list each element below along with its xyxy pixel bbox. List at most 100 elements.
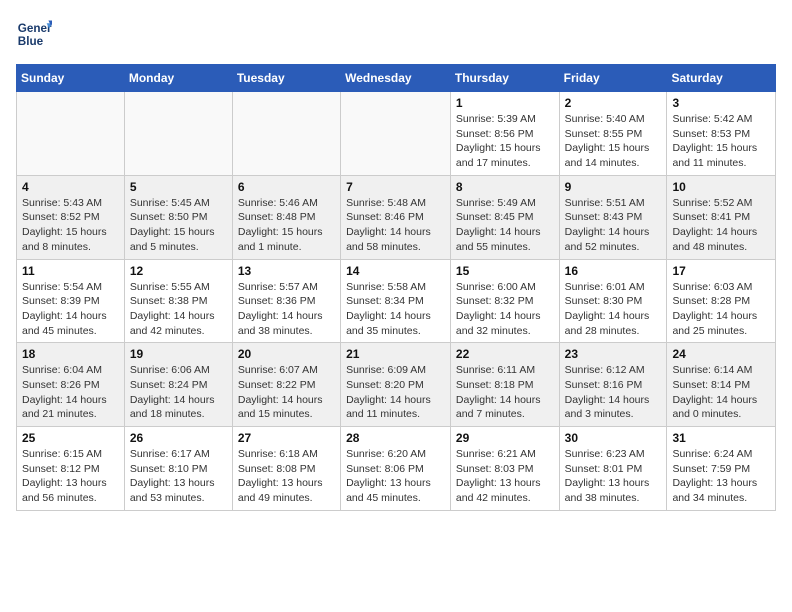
day-number: 5 — [130, 180, 227, 194]
calendar-week-row: 4 Sunrise: 5:43 AMSunset: 8:52 PMDaylight… — [17, 175, 776, 259]
day-number: 12 — [130, 264, 227, 278]
day-info: Sunrise: 6:23 AMSunset: 8:01 PMDaylight:… — [565, 447, 662, 506]
day-number: 22 — [456, 347, 554, 361]
day-number: 8 — [456, 180, 554, 194]
calendar-day-cell: 31 Sunrise: 6:24 AMSunset: 7:59 PMDayligh… — [667, 427, 776, 511]
calendar-header-friday: Friday — [559, 65, 667, 92]
calendar-day-cell: 15Sunrise: 6:00 AMSunset: 8:32 PMDayligh… — [450, 259, 559, 343]
calendar-header-thursday: Thursday — [450, 65, 559, 92]
day-info: Sunrise: 5:45 AMSunset: 8:50 PMDaylight:… — [130, 196, 227, 255]
day-number: 2 — [565, 96, 662, 110]
day-info: Sunrise: 6:01 AMSunset: 8:30 PMDaylight:… — [565, 280, 662, 339]
day-info: Sunrise: 6:11 AMSunset: 8:18 PMDaylight:… — [456, 363, 554, 422]
day-info: Sunrise: 6:07 AMSunset: 8:22 PMDaylight:… — [238, 363, 335, 422]
calendar-day-cell: 6Sunrise: 5:46 AMSunset: 8:48 PMDaylight… — [232, 175, 340, 259]
day-info: Sunrise: 6:20 AMSunset: 8:06 PMDaylight:… — [346, 447, 445, 506]
calendar-day-cell: 28 Sunrise: 6:20 AMSunset: 8:06 PMDayligh… — [341, 427, 451, 511]
calendar-day-cell — [17, 92, 125, 176]
day-info: Sunrise: 6:24 AMSunset: 7:59 PMDaylight:… — [672, 447, 770, 506]
day-number: 26 — [130, 431, 227, 445]
calendar-day-cell: 3 Sunrise: 5:42 AMSunset: 8:53 PMDaylight… — [667, 92, 776, 176]
calendar-day-cell: 14Sunrise: 5:58 AMSunset: 8:34 PMDayligh… — [341, 259, 451, 343]
day-info: Sunrise: 5:39 AMSunset: 8:56 PMDaylight:… — [456, 112, 554, 171]
calendar-day-cell: 21 Sunrise: 6:09 AMSunset: 8:20 PMDayligh… — [341, 343, 451, 427]
day-number: 24 — [672, 347, 770, 361]
calendar-day-cell: 22 Sunrise: 6:11 AMSunset: 8:18 PMDayligh… — [450, 343, 559, 427]
day-info: Sunrise: 5:43 AMSunset: 8:52 PMDaylight:… — [22, 196, 119, 255]
calendar-day-cell: 13Sunrise: 5:57 AMSunset: 8:36 PMDayligh… — [232, 259, 340, 343]
day-info: Sunrise: 5:52 AMSunset: 8:41 PMDaylight:… — [672, 196, 770, 255]
calendar-day-cell: 16 Sunrise: 6:01 AMSunset: 8:30 PMDayligh… — [559, 259, 667, 343]
calendar-day-cell: 30Sunrise: 6:23 AMSunset: 8:01 PMDayligh… — [559, 427, 667, 511]
calendar-header-sunday: Sunday — [17, 65, 125, 92]
calendar-day-cell: 17 Sunrise: 6:03 AMSunset: 8:28 PMDayligh… — [667, 259, 776, 343]
day-number: 25 — [22, 431, 119, 445]
day-info: Sunrise: 5:40 AMSunset: 8:55 PMDaylight:… — [565, 112, 662, 171]
calendar-day-cell: 9 Sunrise: 5:51 AMSunset: 8:43 PMDaylight… — [559, 175, 667, 259]
day-number: 21 — [346, 347, 445, 361]
day-info: Sunrise: 6:12 AMSunset: 8:16 PMDaylight:… — [565, 363, 662, 422]
day-info: Sunrise: 5:51 AMSunset: 8:43 PMDaylight:… — [565, 196, 662, 255]
calendar-day-cell: 4 Sunrise: 5:43 AMSunset: 8:52 PMDaylight… — [17, 175, 125, 259]
calendar-day-cell: 10 Sunrise: 5:52 AMSunset: 8:41 PMDayligh… — [667, 175, 776, 259]
calendar-day-cell: 2 Sunrise: 5:40 AMSunset: 8:55 PMDaylight… — [559, 92, 667, 176]
day-info: Sunrise: 6:03 AMSunset: 8:28 PMDaylight:… — [672, 280, 770, 339]
calendar-day-cell: 29 Sunrise: 6:21 AMSunset: 8:03 PMDayligh… — [450, 427, 559, 511]
calendar-day-cell — [124, 92, 232, 176]
calendar-header-row: SundayMondayTuesdayWednesdayThursdayFrid… — [17, 65, 776, 92]
calendar-day-cell: 23 Sunrise: 6:12 AMSunset: 8:16 PMDayligh… — [559, 343, 667, 427]
day-info: Sunrise: 6:18 AMSunset: 8:08 PMDaylight:… — [238, 447, 335, 506]
day-number: 14 — [346, 264, 445, 278]
calendar-day-cell — [341, 92, 451, 176]
calendar-day-cell: 20 Sunrise: 6:07 AMSunset: 8:22 PMDayligh… — [232, 343, 340, 427]
day-info: Sunrise: 6:04 AMSunset: 8:26 PMDaylight:… — [22, 363, 119, 422]
day-info: Sunrise: 5:55 AMSunset: 8:38 PMDaylight:… — [130, 280, 227, 339]
day-info: Sunrise: 5:48 AMSunset: 8:46 PMDaylight:… — [346, 196, 445, 255]
page-header: General Blue — [16, 16, 776, 52]
day-number: 29 — [456, 431, 554, 445]
day-number: 1 — [456, 96, 554, 110]
calendar-table: SundayMondayTuesdayWednesdayThursdayFrid… — [16, 64, 776, 511]
logo-icon: General Blue — [16, 16, 52, 52]
calendar-day-cell: 19Sunrise: 6:06 AMSunset: 8:24 PMDayligh… — [124, 343, 232, 427]
calendar-header-wednesday: Wednesday — [341, 65, 451, 92]
day-info: Sunrise: 6:00 AMSunset: 8:32 PMDaylight:… — [456, 280, 554, 339]
day-number: 6 — [238, 180, 335, 194]
calendar-week-row: 11 Sunrise: 5:54 AMSunset: 8:39 PMDayligh… — [17, 259, 776, 343]
day-number: 13 — [238, 264, 335, 278]
day-number: 11 — [22, 264, 119, 278]
day-number: 23 — [565, 347, 662, 361]
day-number: 28 — [346, 431, 445, 445]
calendar-week-row: 1 Sunrise: 5:39 AMSunset: 8:56 PMDaylight… — [17, 92, 776, 176]
calendar-day-cell: 18 Sunrise: 6:04 AMSunset: 8:26 PMDayligh… — [17, 343, 125, 427]
calendar-day-cell: 11 Sunrise: 5:54 AMSunset: 8:39 PMDayligh… — [17, 259, 125, 343]
day-info: Sunrise: 6:14 AMSunset: 8:14 PMDaylight:… — [672, 363, 770, 422]
calendar-day-cell: 26 Sunrise: 6:17 AMSunset: 8:10 PMDayligh… — [124, 427, 232, 511]
day-info: Sunrise: 5:49 AMSunset: 8:45 PMDaylight:… — [456, 196, 554, 255]
day-number: 17 — [672, 264, 770, 278]
logo: General Blue — [16, 16, 56, 52]
day-info: Sunrise: 5:54 AMSunset: 8:39 PMDaylight:… — [22, 280, 119, 339]
day-info: Sunrise: 5:42 AMSunset: 8:53 PMDaylight:… — [672, 112, 770, 171]
calendar-header-saturday: Saturday — [667, 65, 776, 92]
day-number: 7 — [346, 180, 445, 194]
calendar-day-cell: 25Sunrise: 6:15 AMSunset: 8:12 PMDayligh… — [17, 427, 125, 511]
day-info: Sunrise: 6:06 AMSunset: 8:24 PMDaylight:… — [130, 363, 227, 422]
svg-text:General: General — [18, 22, 52, 35]
day-number: 18 — [22, 347, 119, 361]
day-number: 9 — [565, 180, 662, 194]
day-number: 4 — [22, 180, 119, 194]
day-number: 20 — [238, 347, 335, 361]
day-info: Sunrise: 6:21 AMSunset: 8:03 PMDaylight:… — [456, 447, 554, 506]
calendar-day-cell: 27 Sunrise: 6:18 AMSunset: 8:08 PMDayligh… — [232, 427, 340, 511]
day-number: 16 — [565, 264, 662, 278]
day-info: Sunrise: 6:09 AMSunset: 8:20 PMDaylight:… — [346, 363, 445, 422]
calendar-day-cell: 7 Sunrise: 5:48 AMSunset: 8:46 PMDaylight… — [341, 175, 451, 259]
day-number: 27 — [238, 431, 335, 445]
day-number: 3 — [672, 96, 770, 110]
day-info: Sunrise: 6:17 AMSunset: 8:10 PMDaylight:… — [130, 447, 227, 506]
calendar-day-cell: 5 Sunrise: 5:45 AMSunset: 8:50 PMDaylight… — [124, 175, 232, 259]
day-number: 31 — [672, 431, 770, 445]
day-number: 10 — [672, 180, 770, 194]
calendar-day-cell: 8 Sunrise: 5:49 AMSunset: 8:45 PMDaylight… — [450, 175, 559, 259]
